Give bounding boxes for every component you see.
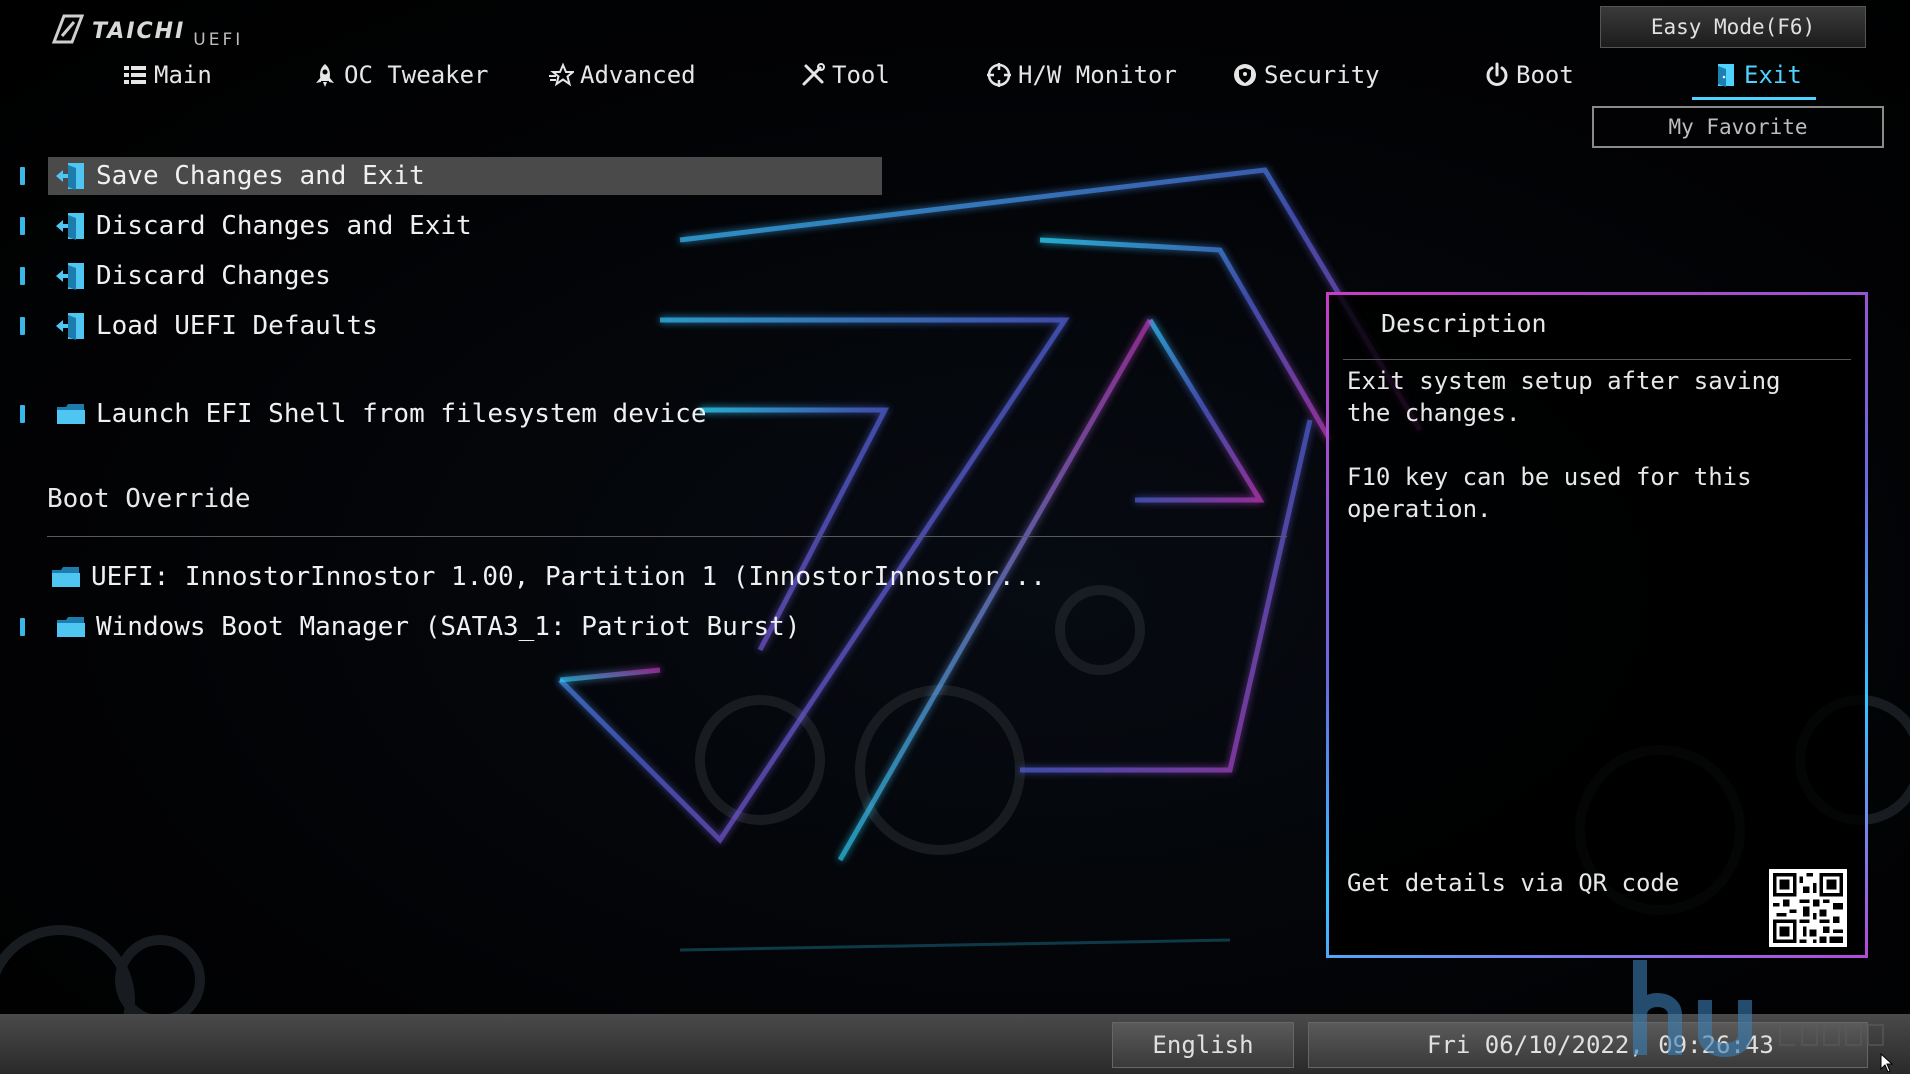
tab-tool-label: Tool bbox=[832, 61, 890, 89]
my-favorite-button[interactable]: My Favorite bbox=[1592, 106, 1884, 148]
menu-item-label: Discard Changes and Exit bbox=[96, 211, 472, 241]
tab-hw-monitor[interactable]: H/W Monitor bbox=[986, 56, 1177, 94]
taichi-logo-icon bbox=[51, 14, 84, 44]
easy-mode-button[interactable]: Easy Mode(F6) bbox=[1600, 6, 1866, 48]
folder-icon bbox=[57, 404, 85, 424]
power-icon bbox=[1486, 62, 1508, 86]
menu-item-label: Discard Changes bbox=[96, 261, 331, 291]
uefi-screen: TAICHI UEFI Easy Mode(F6) My Favorite Ma… bbox=[0, 0, 1910, 1074]
tab-advanced[interactable]: Advanced bbox=[548, 56, 696, 94]
mouse-cursor-icon bbox=[1880, 1053, 1894, 1073]
language-button[interactable]: English bbox=[1112, 1022, 1294, 1068]
brand-logo: TAICHI UEFI bbox=[50, 14, 243, 50]
tab-tool[interactable]: Tool bbox=[800, 56, 890, 94]
rocket-icon bbox=[316, 64, 334, 87]
boot-item-uefi-innostor[interactable]: UEFI: InnostorInnostor 1.00, Partition 1… bbox=[20, 558, 1046, 596]
tools-icon bbox=[802, 63, 825, 86]
crosshair-icon bbox=[987, 63, 1011, 87]
exit-door-icon bbox=[56, 163, 84, 190]
tab-exit[interactable]: Exit bbox=[1692, 56, 1816, 100]
boot-override-title: Boot Override bbox=[47, 484, 251, 514]
tab-boot[interactable]: Boot bbox=[1484, 56, 1574, 94]
row-marker bbox=[20, 317, 25, 335]
watermark-logo-icon bbox=[1633, 960, 1884, 1057]
exit-door-icon bbox=[56, 213, 84, 240]
tab-advanced-label: Advanced bbox=[580, 61, 696, 89]
boot-item-windows-boot-manager[interactable]: Windows Boot Manager (SATA3_1: Patriot B… bbox=[20, 608, 900, 646]
description-line: F10 key can be used for this operation. bbox=[1347, 463, 1752, 523]
row-marker bbox=[20, 618, 25, 636]
menu-item-label: Save Changes and Exit bbox=[96, 161, 425, 191]
qr-code-icon bbox=[1769, 869, 1847, 947]
boot-item-label: UEFI: InnostorInnostor 1.00, Partition 1… bbox=[91, 562, 1046, 592]
main-navigation: Main OC Tweaker Advanced Tool H/W Monito… bbox=[0, 56, 1910, 100]
menu-item-label: Launch EFI Shell from filesystem device bbox=[96, 399, 707, 429]
tab-security-label: Security bbox=[1264, 61, 1380, 89]
section-divider bbox=[47, 536, 1287, 537]
menu-item-save-changes-and-exit[interactable]: Save Changes and Exit bbox=[20, 157, 900, 195]
description-line: Exit system setup after saving the chang… bbox=[1347, 367, 1781, 427]
folder-icon bbox=[52, 567, 80, 587]
tab-oc-tweaker[interactable]: OC Tweaker bbox=[312, 56, 489, 94]
menu-item-load-uefi-defaults[interactable]: Load UEFI Defaults bbox=[20, 307, 900, 345]
qr-caption: Get details via QR code bbox=[1347, 869, 1680, 897]
boot-item-label: Windows Boot Manager (SATA3_1: Patriot B… bbox=[96, 612, 801, 642]
description-body: Exit system setup after saving the chang… bbox=[1347, 365, 1837, 557]
menu-item-discard-changes-and-exit[interactable]: Discard Changes and Exit bbox=[20, 207, 900, 245]
tab-main[interactable]: Main bbox=[122, 56, 212, 94]
tab-oc-tweaker-label: OC Tweaker bbox=[344, 61, 489, 89]
description-divider bbox=[1343, 359, 1851, 360]
exit-door-icon bbox=[56, 263, 84, 290]
tab-boot-label: Boot bbox=[1516, 61, 1574, 89]
tab-hw-monitor-label: H/W Monitor bbox=[1018, 61, 1177, 89]
row-marker bbox=[20, 167, 25, 185]
exit-door-icon bbox=[1718, 64, 1734, 87]
shield-icon bbox=[1234, 64, 1256, 86]
tab-security[interactable]: Security bbox=[1232, 56, 1380, 94]
brand-sub: UEFI bbox=[193, 30, 244, 50]
description-panel: Description Exit system setup after savi… bbox=[1326, 292, 1868, 958]
star-icon bbox=[549, 62, 574, 87]
tab-main-label: Main bbox=[154, 61, 212, 89]
exit-door-icon bbox=[56, 313, 84, 340]
menu-item-discard-changes[interactable]: Discard Changes bbox=[20, 257, 900, 295]
folder-icon bbox=[57, 617, 85, 637]
brand-name: TAICHI bbox=[92, 19, 186, 44]
row-marker bbox=[20, 405, 25, 423]
menu-item-label: Load UEFI Defaults bbox=[96, 311, 378, 341]
tab-exit-label: Exit bbox=[1744, 61, 1802, 89]
row-marker bbox=[20, 267, 25, 285]
row-marker bbox=[20, 217, 25, 235]
description-title: Description bbox=[1381, 309, 1547, 338]
list-icon bbox=[124, 66, 146, 84]
menu-item-launch-efi-shell[interactable]: Launch EFI Shell from filesystem device bbox=[20, 395, 900, 433]
